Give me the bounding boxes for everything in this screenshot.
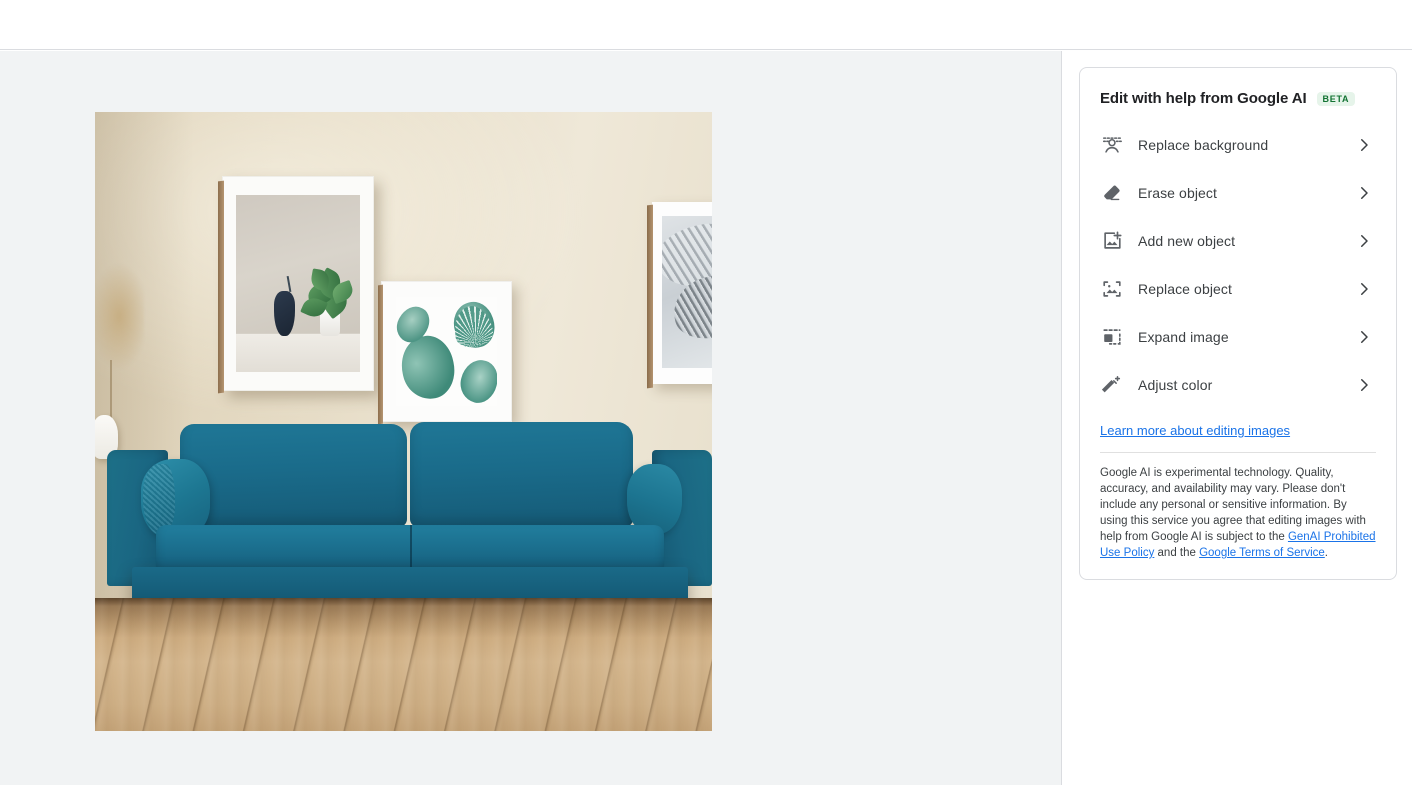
chevron-right-icon [1354,183,1374,203]
magic-wand-icon [1100,373,1124,397]
chevron-right-icon [1354,327,1374,347]
frame-edge [377,284,383,425]
google-ai-edit-card: Edit with help from Google AI BETA Repla… [1079,67,1397,580]
menu-item-expand-image[interactable]: Expand image [1100,313,1376,361]
wood-floor [95,597,712,731]
right-sidebar: Edit with help from Google AI BETA Repla… [1063,51,1412,785]
ai-disclaimer: Google AI is experimental technology. Qu… [1100,465,1376,561]
back-cushion [179,423,407,528]
menu-item-label: Replace object [1138,281,1233,297]
chevron-right-icon [1354,231,1374,251]
beta-badge: BETA [1316,91,1356,106]
divider [1100,452,1376,453]
menu-item-adjust-color[interactable]: Adjust color [1100,361,1376,409]
disclaimer-text-part2: and the [1154,547,1200,559]
eraser-icon [1100,181,1124,205]
card-title: Edit with help from Google AI [1100,90,1307,107]
shelf [235,332,361,372]
chevron-right-icon [1354,375,1374,395]
menu-item-erase-object[interactable]: Erase object [1100,169,1376,217]
floor-shadow [95,597,712,606]
menu-item-label: Erase object [1138,185,1218,201]
menu-item-replace-background[interactable]: Replace background [1100,121,1376,169]
image-workspace [0,51,1062,785]
menu-item-label: Add new object [1138,233,1236,249]
grayscale-print [661,216,712,368]
disclaimer-text-part3: . [1324,547,1328,559]
edited-image-canvas[interactable] [95,112,712,731]
throw-pillow-right [627,463,682,535]
monstera-print [395,297,497,406]
back-cushion [409,421,634,528]
menu-item-label: Expand image [1138,329,1229,345]
add-image-icon [1100,229,1124,253]
menu-item-label: Adjust color [1138,377,1213,393]
dark-vase [274,290,296,337]
framed-art-monstera [377,280,513,425]
framed-art-grayscale [646,201,712,388]
frame-mat [235,195,361,372]
monstera-leaf [395,331,461,405]
app-root: Edit with help from Google AI BETA Repla… [0,0,1412,785]
card-header: Edit with help from Google AI BETA [1100,90,1376,107]
chevron-right-icon [1354,279,1374,299]
framed-art-still-life [218,176,374,394]
living-room-photo [95,112,712,731]
menu-item-label: Replace background [1138,137,1269,153]
top-toolbar [0,0,1412,50]
menu-item-add-new-object[interactable]: Add new object [1100,217,1376,265]
menu-item-replace-object[interactable]: Replace object [1100,265,1376,313]
ai-tools-menu: Replace background Erase object Add new … [1100,121,1376,409]
replace-image-icon [1100,277,1124,301]
frame-edge [646,204,653,388]
expand-image-icon [1100,325,1124,349]
monstera-leaf [455,356,497,406]
chevron-right-icon [1354,135,1374,155]
learn-more-link[interactable]: Learn more about editing images [1100,423,1290,438]
google-terms-of-service-link[interactable]: Google Terms of Service [1199,547,1325,559]
frame-edge [218,180,225,394]
vase-stem [286,276,292,293]
dried-pampas-plant [95,260,145,372]
replace-background-icon [1100,133,1124,157]
